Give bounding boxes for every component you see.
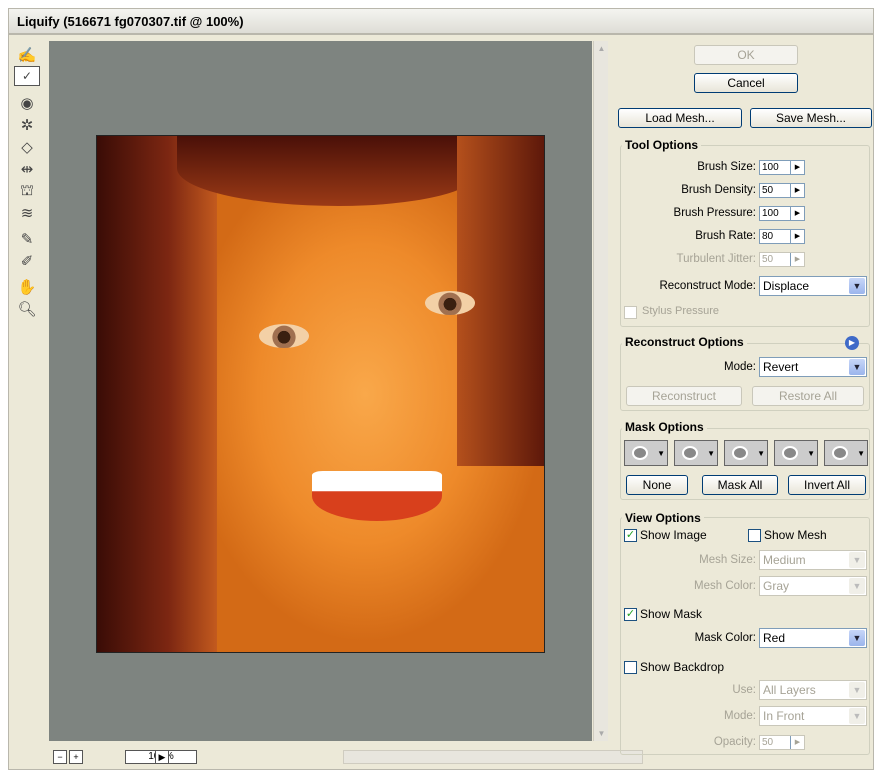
window-title: Liquify (516671 fg070307.tif @ 100%) bbox=[17, 14, 244, 29]
push-left-tool-icon[interactable]: ⇹ bbox=[14, 158, 40, 180]
replace-selection-icon[interactable]: ▼ bbox=[624, 440, 668, 466]
brush-size-label: Brush Size: bbox=[697, 161, 756, 173]
chevron-down-icon[interactable]: ▼ bbox=[849, 278, 865, 294]
reconstruct-revert-select[interactable]: Revert ▼ bbox=[759, 357, 867, 377]
mirror-tool-icon[interactable]: ⛫ bbox=[14, 180, 40, 202]
mesh-color-label: Mesh Color: bbox=[694, 580, 756, 592]
backdrop-mode-select: In Front ▼ bbox=[759, 706, 867, 726]
show-image-checkbox[interactable]: ✓ bbox=[624, 529, 637, 542]
brush-density-field[interactable]: 50 ▶ bbox=[759, 183, 805, 198]
invert-selection-icon[interactable]: ▼ bbox=[824, 440, 868, 466]
mask-color-label: Mask Color: bbox=[694, 632, 756, 644]
brush-size-arrow-icon[interactable]: ▶ bbox=[790, 161, 804, 174]
zoom-bar: − + 100% ▶ bbox=[47, 748, 643, 766]
reconstruct-mode-select[interactable]: Displace ▼ bbox=[759, 276, 867, 296]
backdrop-mode-label: Mode: bbox=[724, 710, 756, 722]
chevron-down-icon[interactable]: ▼ bbox=[849, 630, 865, 646]
mask-options-title: Mask Options bbox=[622, 420, 707, 434]
reconstruct-menu-icon[interactable]: ▶ bbox=[845, 336, 859, 350]
show-backdrop-label: Show Backdrop bbox=[640, 660, 725, 674]
horizontal-scrollbar[interactable] bbox=[343, 750, 643, 764]
zoom-menu-arrow-icon[interactable]: ▶ bbox=[155, 750, 169, 764]
restore-all-button: Restore All bbox=[752, 386, 864, 406]
brush-rate-arrow-icon[interactable]: ▶ bbox=[790, 230, 804, 243]
stylus-pressure-label: Stylus Pressure bbox=[642, 305, 720, 317]
brush-pressure-arrow-icon[interactable]: ▶ bbox=[790, 207, 804, 220]
load-mesh-button[interactable]: Load Mesh... bbox=[618, 108, 742, 128]
zoom-in-button[interactable]: + bbox=[69, 750, 83, 764]
mask-mode-buttons: ▼ ▼ ▼ ▼ ▼ bbox=[624, 440, 874, 468]
show-mesh-checkbox[interactable] bbox=[748, 529, 761, 542]
tool-palette: ✍ ✓ ◉ ✲ ◇ ⇹ ⛫ ≋ ✎ ✐ ✋ 🔍︎ bbox=[14, 44, 46, 324]
reconstruct-options-title: Reconstruct Options bbox=[622, 335, 747, 349]
scroll-down-icon[interactable]: ▼ bbox=[594, 726, 609, 741]
opacity-label: Opacity: bbox=[713, 736, 756, 748]
mask-none-button[interactable]: None bbox=[626, 475, 688, 495]
title-bar: Liquify (516671 fg070307.tif @ 100%) bbox=[8, 8, 874, 34]
opacity-field: 50 ▶ bbox=[759, 735, 805, 750]
reconstruct-mode-label: Reconstruct Mode: bbox=[659, 280, 756, 292]
mesh-color-select: Gray ▼ bbox=[759, 576, 867, 596]
show-mask-checkbox[interactable]: ✓ bbox=[624, 608, 637, 621]
reconstruct-mode-label-2: Mode: bbox=[724, 361, 756, 373]
show-mesh-label: Show Mesh bbox=[764, 528, 827, 542]
thaw-mask-tool-icon[interactable]: ✐ bbox=[14, 250, 40, 272]
turbulence-tool-icon[interactable]: ≋ bbox=[14, 202, 40, 224]
turbulent-jitter-field: 50 ▶ bbox=[759, 252, 805, 267]
freeze-mask-tool-icon[interactable]: ✎ bbox=[14, 228, 40, 250]
vertical-scrollbar[interactable]: ▲ ▼ bbox=[593, 41, 608, 741]
mask-color-select[interactable]: Red ▼ bbox=[759, 628, 867, 648]
reconstruct-button: Reconstruct bbox=[626, 386, 742, 406]
reconstruct-tool-icon[interactable]: ✓ bbox=[14, 66, 40, 86]
brush-rate-field[interactable]: 80 ▶ bbox=[759, 229, 805, 244]
show-backdrop-checkbox[interactable] bbox=[624, 661, 637, 674]
show-mask-label: Show Mask bbox=[640, 607, 703, 621]
brush-density-label: Brush Density: bbox=[681, 184, 756, 196]
cancel-button[interactable]: Cancel bbox=[694, 73, 798, 93]
mesh-size-label: Mesh Size: bbox=[699, 554, 756, 566]
stylus-pressure-checkbox bbox=[624, 306, 637, 319]
brush-pressure-field[interactable]: 100 ▶ bbox=[759, 206, 805, 221]
turbulent-jitter-label: Turbulent Jitter: bbox=[676, 253, 756, 265]
options-panel: OK Cancel Load Mesh... Save Mesh... Tool… bbox=[612, 41, 874, 770]
mesh-size-select: Medium ▼ bbox=[759, 550, 867, 570]
tool-options-title: Tool Options bbox=[622, 138, 702, 152]
portrait-image bbox=[96, 135, 545, 653]
pucker-tool-icon[interactable]: ✲ bbox=[14, 114, 40, 136]
use-select: All Layers ▼ bbox=[759, 680, 867, 700]
hand-tool-icon[interactable]: ✋ bbox=[14, 276, 40, 298]
use-label: Use: bbox=[732, 684, 756, 696]
twirl-tool-icon[interactable]: ◉ bbox=[14, 92, 40, 114]
brush-rate-label: Brush Rate: bbox=[695, 230, 756, 242]
liquify-window: Liquify (516671 fg070307.tif @ 100%) ✍ ✓… bbox=[0, 0, 878, 774]
scroll-up-icon[interactable]: ▲ bbox=[594, 41, 609, 56]
ok-button[interactable]: OK bbox=[694, 45, 798, 65]
view-options-title: View Options bbox=[622, 511, 704, 525]
brush-density-arrow-icon[interactable]: ▶ bbox=[790, 184, 804, 197]
zoom-tool-icon[interactable]: 🔍︎ bbox=[14, 298, 40, 320]
bloat-tool-icon[interactable]: ◇ bbox=[14, 136, 40, 158]
forward-warp-tool-icon[interactable]: ✍ bbox=[14, 44, 40, 66]
mask-all-button[interactable]: Mask All bbox=[702, 475, 778, 495]
subtract-from-selection-icon[interactable]: ▼ bbox=[724, 440, 768, 466]
invert-all-button[interactable]: Invert All bbox=[788, 475, 866, 495]
add-to-selection-icon[interactable]: ▼ bbox=[674, 440, 718, 466]
chevron-down-icon[interactable]: ▼ bbox=[849, 359, 865, 375]
zoom-out-button[interactable]: − bbox=[53, 750, 67, 764]
show-image-label: Show Image bbox=[640, 528, 707, 542]
brush-pressure-label: Brush Pressure: bbox=[673, 207, 756, 219]
save-mesh-button[interactable]: Save Mesh... bbox=[750, 108, 872, 128]
brush-size-field[interactable]: 100 ▶ bbox=[759, 160, 805, 175]
intersect-with-selection-icon[interactable]: ▼ bbox=[774, 440, 818, 466]
